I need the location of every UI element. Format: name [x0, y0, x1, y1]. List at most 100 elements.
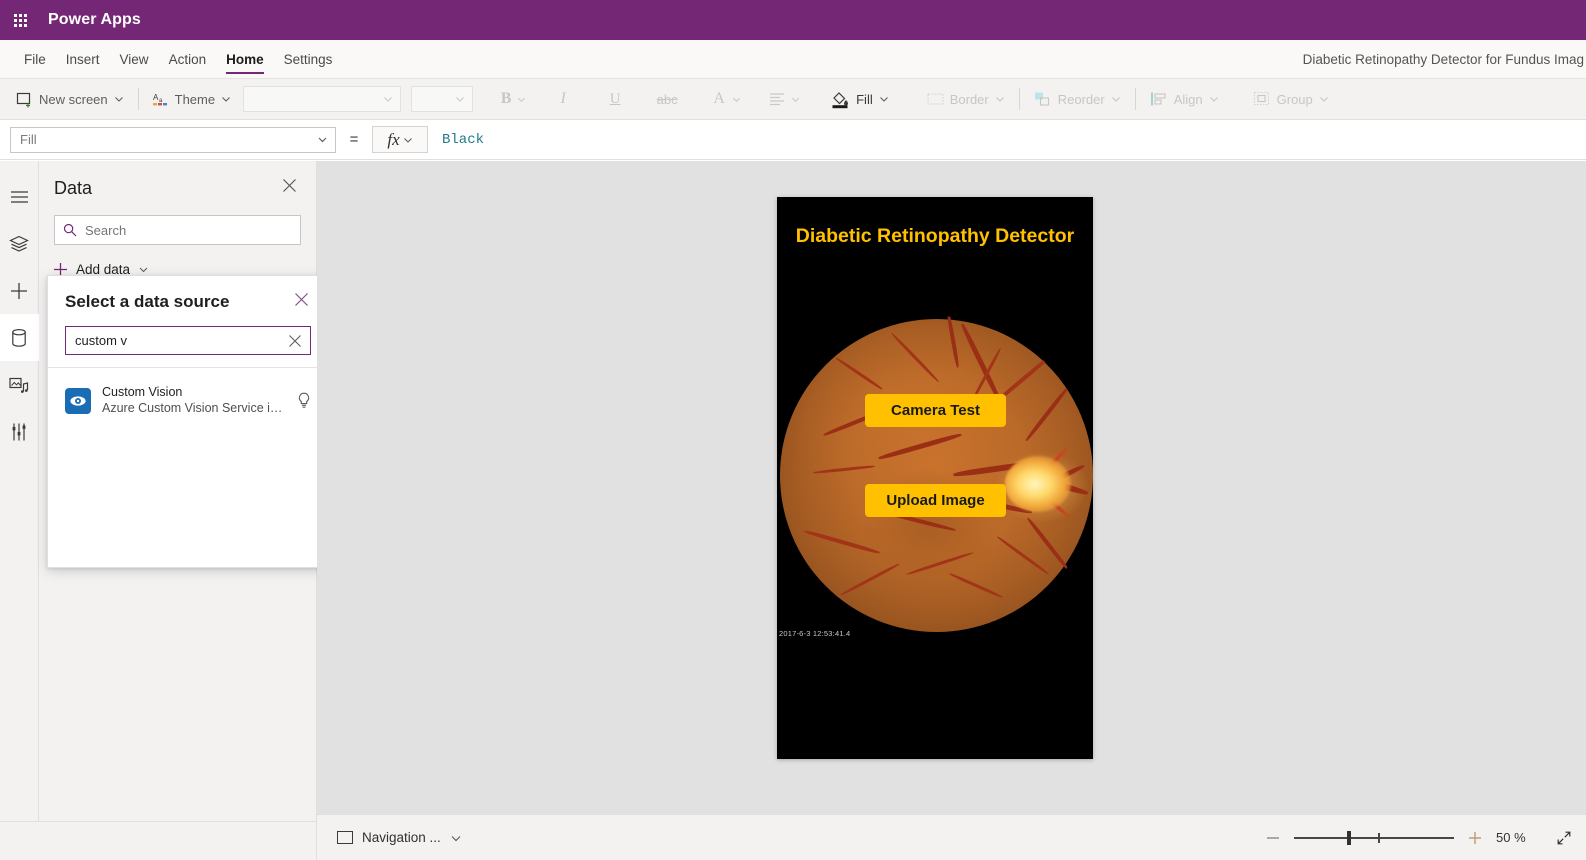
chevron-down-icon — [138, 264, 149, 275]
left-icon-rail — [0, 161, 39, 821]
screen-title-label: Diabetic Retinopathy Detector — [795, 225, 1075, 247]
align-objects-icon — [1150, 91, 1168, 107]
search-icon — [63, 223, 77, 237]
select-data-source-dialog: Select a data source Custom Vision — [47, 275, 326, 568]
fx-label: fx — [387, 129, 400, 149]
clear-icon[interactable] — [286, 332, 304, 350]
data-panel-title: Data — [54, 177, 93, 198]
optic-disc-glow — [1005, 456, 1071, 512]
menu-bar: File Insert View Action Home Settings Di… — [0, 40, 1586, 79]
reorder-icon — [1034, 91, 1052, 107]
zoom-in-button[interactable] — [1468, 831, 1482, 845]
chevron-down-icon — [1209, 94, 1219, 104]
property-select-value: Fill — [20, 132, 37, 147]
property-select[interactable]: Fill — [10, 126, 336, 153]
fundus-image[interactable]: 2017-6-3 12:53:41.4 — [777, 316, 1093, 641]
font-family-select[interactable] — [243, 86, 402, 112]
app-canvas[interactable]: Diabetic Retinopathy Detector 2017-6-3 1… — [317, 161, 1586, 814]
data-source-search-field[interactable] — [75, 333, 286, 348]
lightbulb-icon[interactable] — [295, 390, 313, 411]
list-item[interactable]: Custom Vision Azure Custom Vision Servic… — [48, 378, 325, 423]
menu-item-insert[interactable]: Insert — [56, 40, 110, 78]
chevron-down-icon — [791, 95, 800, 104]
reorder-button[interactable]: Reorder — [1026, 84, 1129, 114]
camera-test-button[interactable]: Camera Test — [865, 394, 1006, 427]
close-icon[interactable] — [279, 175, 300, 201]
theme-label: Theme — [174, 91, 216, 107]
waffle-grid-icon[interactable] — [0, 0, 40, 40]
fill-label: Fill — [856, 91, 873, 107]
zoom-slider-thumb[interactable] — [1347, 830, 1351, 845]
reorder-label: Reorder — [1057, 91, 1105, 107]
font-size-select[interactable] — [411, 86, 474, 112]
menu-item-home[interactable]: Home — [216, 40, 274, 78]
hamburger-icon[interactable] — [0, 173, 39, 220]
divider — [137, 88, 139, 110]
align-objects-label: Align — [1173, 91, 1203, 107]
chevron-down-icon — [732, 95, 741, 104]
variables-icon[interactable] — [0, 408, 39, 455]
zoom-slider[interactable] — [1294, 830, 1454, 846]
connector-description: Azure Custom Vision Service is a M... — [102, 401, 284, 415]
data-search-field[interactable] — [85, 222, 292, 238]
zoom-slider-track — [1294, 836, 1454, 839]
status-bar: Navigation ... 50 % — [317, 814, 1586, 860]
align-objects-button[interactable]: Align — [1142, 84, 1227, 114]
close-icon[interactable] — [292, 290, 311, 314]
strikethrough-button[interactable]: abc — [652, 85, 682, 113]
search-input[interactable] — [54, 215, 301, 245]
menu-item-view[interactable]: View — [110, 40, 159, 78]
formula-input[interactable]: Black — [432, 126, 1586, 153]
dialog-title: Select a data source — [65, 292, 230, 311]
formula-bar: Fill = fx Black — [0, 120, 1586, 160]
data-icon[interactable] — [0, 314, 39, 361]
align-button[interactable] — [763, 85, 793, 113]
power-apps-studio: Power Apps File Insert View Action Home … — [0, 0, 1586, 860]
zoom-out-button[interactable] — [1266, 831, 1280, 845]
fill-button[interactable]: Fill — [822, 84, 897, 114]
underline-button[interactable]: U — [600, 85, 630, 113]
upload-image-button[interactable]: Upload Image — [865, 484, 1006, 517]
eye-icon — [65, 387, 91, 414]
list-item-text: Custom Vision Azure Custom Vision Servic… — [102, 385, 284, 416]
new-screen-button[interactable]: New screen — [8, 84, 132, 114]
menu-item-file[interactable]: File — [14, 40, 56, 78]
divider — [1018, 88, 1020, 110]
top-header-bar: Power Apps — [0, 0, 1586, 40]
theme-button[interactable]: Aa Theme — [145, 84, 239, 114]
menu-item-action[interactable]: Action — [159, 40, 217, 78]
group-label: Group — [1276, 91, 1313, 107]
expand-icon[interactable] — [1556, 830, 1572, 846]
data-source-search-input[interactable] — [65, 326, 311, 355]
group-icon — [1253, 91, 1271, 107]
italic-button[interactable]: I — [548, 85, 578, 113]
chevron-down-icon — [383, 94, 393, 104]
tree-view-icon[interactable] — [0, 220, 39, 267]
navigation-label: Navigation ... — [362, 830, 441, 845]
chevron-down-icon — [317, 134, 328, 145]
divider — [1134, 88, 1136, 110]
border-button[interactable]: Border — [919, 84, 1013, 114]
dialog-header: Select a data source — [48, 276, 325, 314]
border-icon — [927, 92, 944, 106]
fx-button[interactable]: fx — [372, 126, 428, 153]
chevron-down-icon — [879, 94, 889, 104]
app-title: Diabetic Retinopathy Detector for Fundus… — [1302, 51, 1584, 67]
media-icon[interactable] — [0, 361, 39, 408]
chevron-down-icon — [450, 832, 462, 844]
data-source-results: Custom Vision Azure Custom Vision Servic… — [48, 368, 325, 423]
zoom-slider-tick — [1378, 832, 1380, 843]
insert-plus-icon[interactable] — [0, 267, 39, 314]
new-screen-label: New screen — [39, 91, 108, 107]
dialog-search-wrap — [48, 314, 325, 367]
navigation-selector[interactable]: Navigation ... — [337, 830, 462, 845]
menu-item-settings[interactable]: Settings — [274, 40, 343, 78]
chevron-down-icon — [221, 94, 231, 104]
ribbon-toolbar: New screen Aa Theme B I U abc A Fill Bor… — [0, 79, 1586, 120]
equals-sign: = — [349, 131, 359, 148]
chevron-down-icon — [403, 135, 413, 145]
app-screen[interactable]: Diabetic Retinopathy Detector 2017-6-3 1… — [777, 197, 1093, 759]
font-color-button[interactable]: A — [704, 85, 734, 113]
menu-items: File Insert View Action Home Settings — [0, 40, 342, 78]
group-button[interactable]: Group — [1245, 84, 1337, 114]
